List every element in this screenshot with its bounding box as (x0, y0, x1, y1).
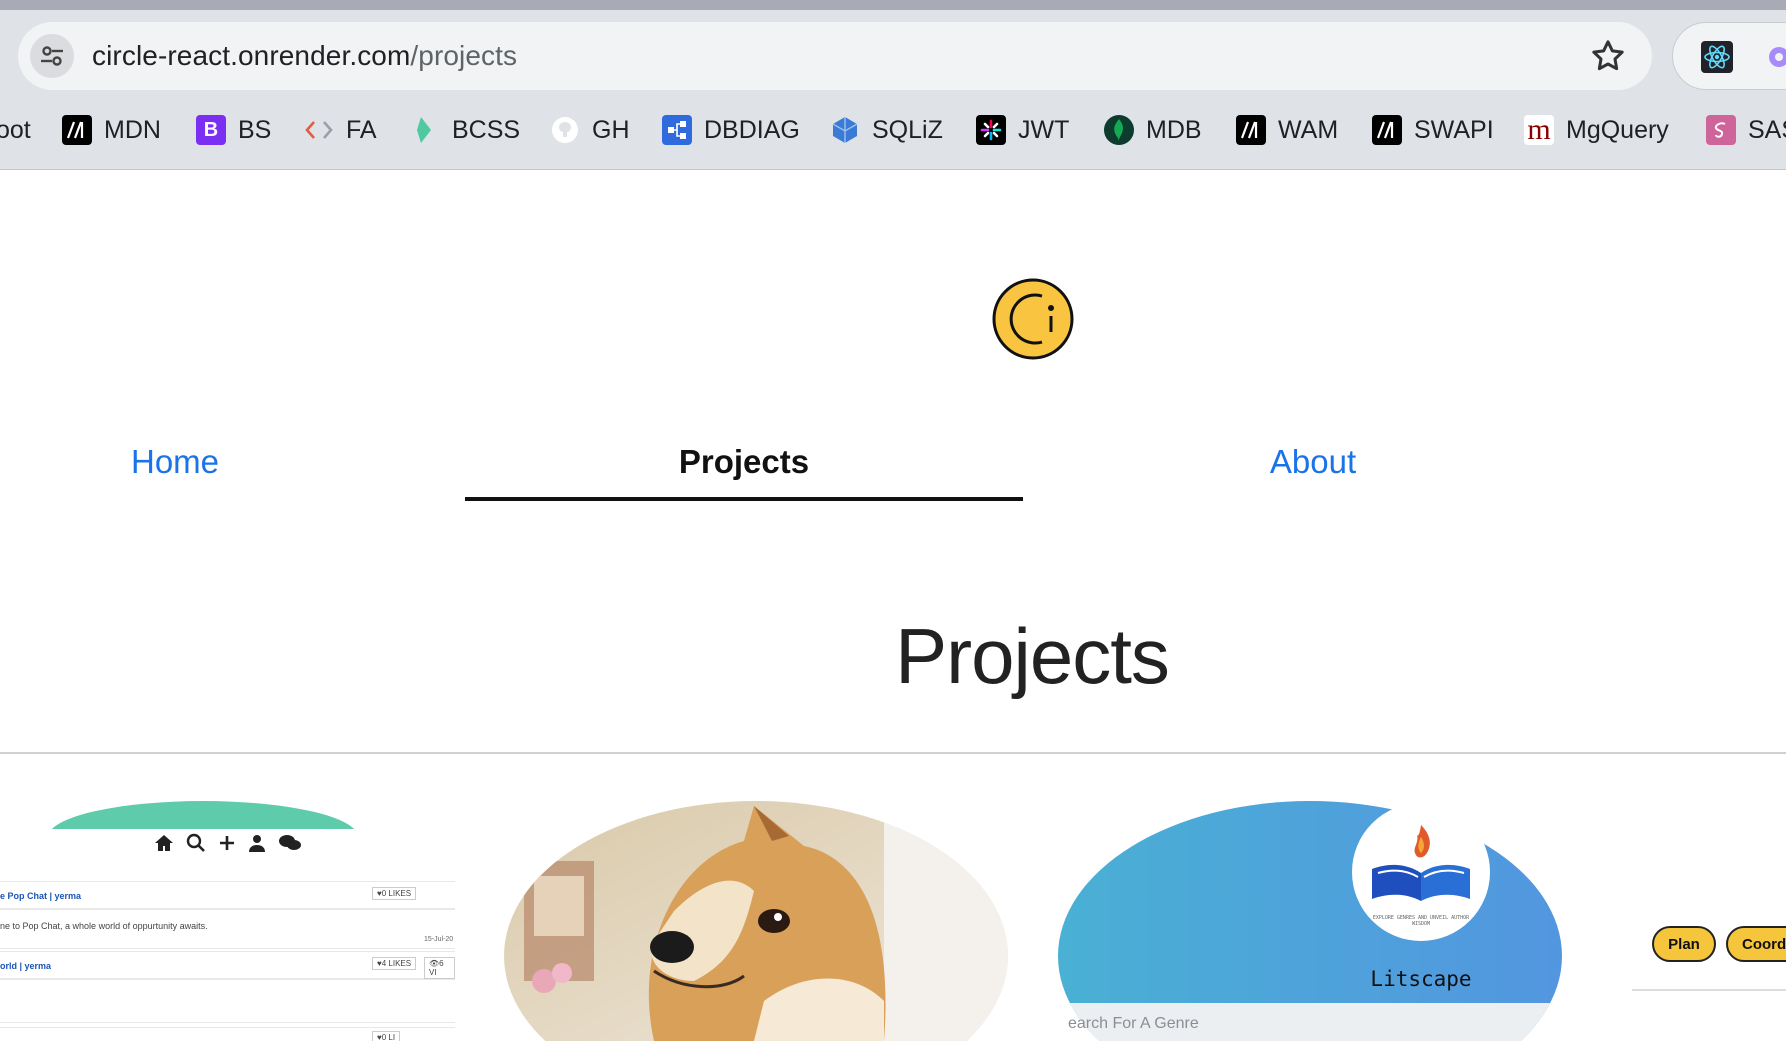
project-card-litscape[interactable]: EXPLORE GENRES AND UNVEIL AUTHOR WISDOM … (1058, 801, 1562, 1041)
views-count: 6 VI (429, 959, 444, 977)
url-text[interactable]: circle-react.onrender.com/projects (92, 40, 517, 72)
genre-search-input[interactable]: earch For A Genre (1068, 1015, 1199, 1033)
home-icon (155, 835, 173, 851)
mdn-icon (62, 115, 92, 145)
likes-badge: ♥0 LIKES (372, 887, 417, 900)
bookmark-bs[interactable]: B BS (196, 108, 271, 152)
jwt-icon (976, 115, 1006, 145)
project-card-doge[interactable] (504, 801, 1008, 1041)
litscape-logo-icon: EXPLORE GENRES AND UNVEIL AUTHOR WISDOM (1352, 803, 1490, 941)
mongodb-icon (1104, 115, 1134, 145)
address-bar[interactable]: circle-react.onrender.com/projects (18, 22, 1652, 90)
bookmark-label: BCSS (452, 115, 521, 144)
bookmark-mdb[interactable]: MDB (1104, 108, 1202, 152)
mongoose-icon: m (1524, 113, 1554, 146)
likes-count: 0 LIKES (381, 889, 412, 898)
bookmark-boot[interactable]: oot (0, 108, 31, 152)
nav-home-link[interactable]: Home (0, 431, 350, 501)
url-path: /projects (410, 40, 518, 71)
list-item (0, 979, 455, 1023)
search-icon (186, 833, 205, 852)
bookmark-swapi[interactable]: SWAPI (1372, 108, 1494, 152)
extensions-area (1672, 22, 1786, 90)
list-item: ne to Pop Chat, a whole world of oppurtu… (0, 909, 455, 949)
list-item[interactable]: e Pop Chat | yerma ♥0 LIKES (0, 881, 455, 909)
bookmark-star-icon[interactable] (1588, 36, 1628, 76)
mdn-icon (1236, 115, 1266, 145)
post-title: e Pop Chat | yerma (0, 891, 82, 901)
bookmark-mdn[interactable]: MDN (62, 108, 161, 152)
bookmark-label: MDN (104, 115, 161, 144)
code-brackets-icon (304, 115, 334, 145)
site-settings-icon[interactable] (30, 34, 74, 78)
post-title: orld | yerma (0, 961, 52, 971)
sqlizer-icon (830, 115, 860, 145)
browser-chrome: circle-react.onrender.com/projects oot M… (0, 10, 1786, 170)
page-content: Home Projects About Projects e Pop Chat … (0, 171, 1786, 1041)
project-card-planner[interactable] (1632, 801, 1786, 1041)
circle-logo-icon[interactable] (992, 278, 1074, 360)
bookmark-bcss[interactable]: BCSS (410, 108, 520, 152)
window-top-strip (0, 0, 1786, 10)
bookmark-label: JWT (1018, 115, 1070, 144)
bookmark-label: MgQuery (1566, 115, 1669, 144)
post-date: 15-Jul-20 (424, 936, 454, 943)
planner-divider (1632, 989, 1786, 991)
bookmark-label: oot (0, 115, 31, 144)
bookmark-label: DBDIAG (704, 115, 800, 144)
bookmark-sqliz[interactable]: SQLiZ (830, 108, 943, 152)
bookmark-mgquery[interactable]: m MgQuery (1524, 108, 1669, 152)
bookmark-fa[interactable]: FA (304, 108, 377, 152)
project-card-popchat[interactable]: e Pop Chat | yerma ♥0 LIKES ne to Pop Ch… (0, 801, 455, 1041)
litscape-name: Litscape (1370, 967, 1472, 991)
mdn-icon (1372, 115, 1402, 145)
dbdiagram-icon (662, 115, 692, 145)
puzzle-extension-icon[interactable] (1763, 41, 1786, 73)
bookmark-jwt[interactable]: JWT (976, 108, 1069, 152)
bookmark-label: BS (238, 115, 272, 144)
nav-about-link[interactable]: About (1138, 431, 1488, 501)
bookmark-dbdiag[interactable]: DBDIAG (662, 108, 800, 152)
post-text: ne to Pop Chat, a whole world of oppurtu… (0, 921, 208, 931)
nav-projects-tab[interactable]: Projects (465, 431, 1023, 501)
plan-chip[interactable]: Plan (1652, 926, 1716, 962)
bookmark-gh[interactable]: GH (550, 108, 630, 152)
likes-badge: ♥4 LIKES (372, 957, 417, 970)
react-devtools-icon[interactable] (1701, 41, 1733, 73)
bookmark-label: GH (592, 115, 630, 144)
bookmark-label: WAM (1278, 115, 1339, 144)
likes-count: 4 LIKES (381, 959, 412, 968)
popchat-nav-icons (154, 833, 302, 853)
plus-icon (220, 836, 234, 850)
github-icon (550, 115, 580, 145)
bookmark-label: SQLiZ (872, 115, 943, 144)
page-title: Projects (895, 612, 1170, 700)
main-nav: Home Projects About (0, 431, 1786, 531)
bookmark-sass[interactable]: SAS (1706, 108, 1786, 152)
list-item[interactable]: ♥0 LI (0, 1027, 455, 1041)
sass-icon (1706, 115, 1736, 145)
doge-image (504, 801, 1008, 1041)
bookmarks-bar: oot MDN B BS FA BCSS GH DBDIAG SQLiZ JWT… (0, 108, 1786, 152)
bookmark-label: SWAPI (1414, 115, 1494, 144)
section-divider (0, 752, 1786, 754)
bookmark-label: FA (346, 115, 377, 144)
litscape-tagline: EXPLORE GENRES AND UNVEIL AUTHOR WISDOM (1372, 915, 1470, 927)
bootstrap-icon: B (196, 115, 226, 145)
url-host: circle-react.onrender.com (92, 40, 411, 71)
chat-bubbles-icon (279, 835, 301, 850)
bookmark-wam[interactable]: WAM (1236, 108, 1338, 152)
user-icon (249, 835, 265, 852)
coordinate-chip[interactable]: Coordi (1726, 926, 1786, 962)
views-badge: 👁6 VI (424, 957, 455, 979)
list-item[interactable]: orld | yerma ♥4 LIKES 👁6 VI (0, 951, 455, 979)
bootstrap-css-icon (410, 115, 440, 145)
bookmark-label: SAS (1748, 115, 1786, 144)
bookmark-label: MDB (1146, 115, 1202, 144)
